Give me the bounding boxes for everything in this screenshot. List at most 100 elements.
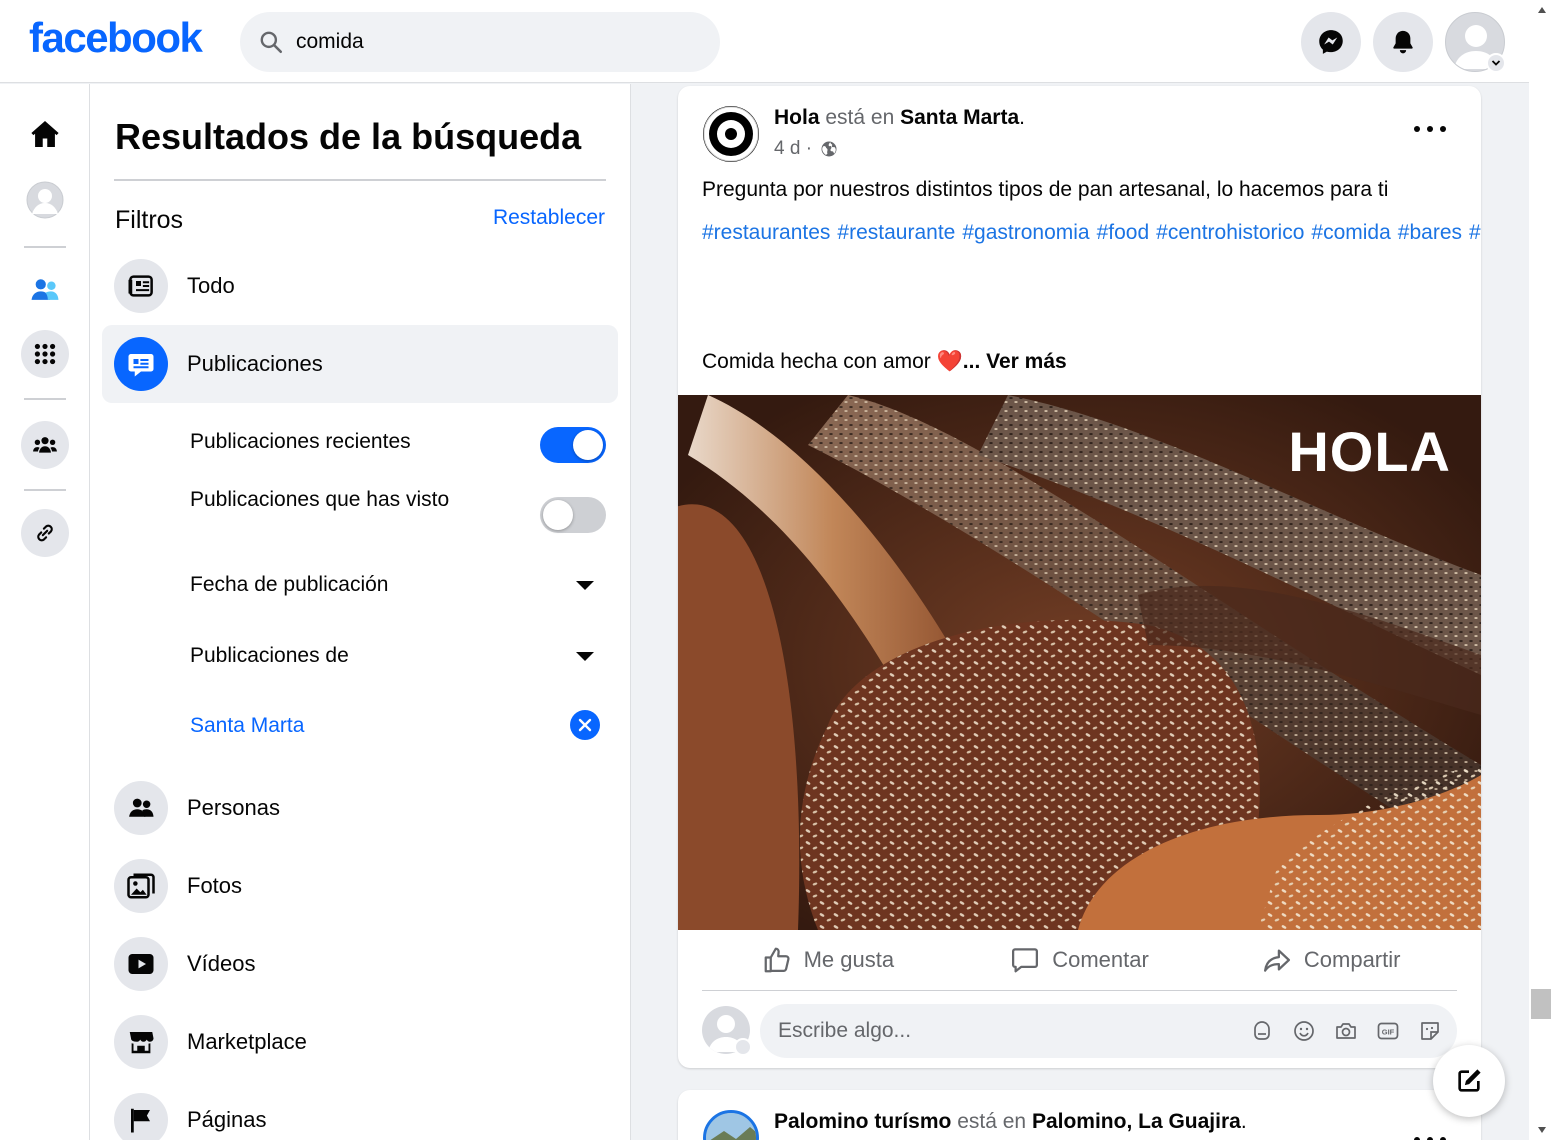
post-meta: 4 d · [774, 138, 838, 160]
hashtag-link[interactable]: #restaurantes [702, 221, 830, 244]
caret-down-icon[interactable] [576, 652, 594, 661]
filter-label: Vídeos [187, 951, 256, 976]
page-avatar[interactable] [703, 1110, 759, 1140]
comment-input[interactable]: Escribe algo... GIF [760, 1004, 1457, 1058]
groups-button[interactable] [21, 421, 69, 469]
flag-icon [114, 1093, 168, 1140]
post-options-button[interactable] [1414, 119, 1446, 139]
friends-icon [31, 279, 59, 300]
post-card: Palomino turísmo está en Palomino, La Gu… [678, 1090, 1481, 1140]
remove-location-button[interactable] [570, 710, 600, 740]
see-more-link[interactable]: ... Ver más [963, 350, 1067, 373]
chevron-down-icon[interactable] [734, 1038, 752, 1056]
recent-posts-toggle[interactable] [540, 427, 606, 463]
shop-icon [114, 1015, 168, 1069]
post-author[interactable]: Palomino turísmo [774, 1110, 951, 1133]
hashtag-link[interactable]: #restaurante [837, 221, 955, 244]
image-brand-logo: HOLA [1288, 420, 1451, 483]
compose-icon [1458, 1069, 1481, 1092]
filter-label: Todo [187, 273, 235, 298]
filter-photos[interactable]: Fotos [102, 847, 618, 925]
avatar-sticker-icon[interactable] [1249, 1018, 1275, 1044]
post-connector: está en [825, 106, 895, 129]
video-icon [114, 937, 168, 991]
hashtag-link[interactable]: #food [1097, 221, 1150, 244]
filter-posts[interactable]: Publicaciones [102, 325, 618, 403]
filter-pages[interactable]: Páginas [102, 1081, 618, 1140]
comment-placeholder: Escribe algo... [778, 1019, 912, 1042]
posts-icon [114, 337, 168, 391]
filter-label: Personas [187, 795, 280, 820]
post-header: Hola está en Santa Marta. [774, 106, 1025, 129]
sticker-icon[interactable] [1417, 1018, 1443, 1044]
top-navigation-bar: facebook [0, 0, 1529, 83]
hashtag-link[interactable]: #gastronomia [962, 221, 1089, 244]
filter-videos[interactable]: Vídeos [102, 925, 618, 1003]
post-text-line: Comida hecha con amor [702, 350, 931, 373]
post-hashtags: #restaurantes #restaurante #gastronomia #fo… [702, 218, 1481, 248]
people-icon [114, 781, 168, 835]
menu-button[interactable] [21, 330, 69, 378]
new-message-button[interactable] [1433, 1045, 1505, 1117]
thumbs-up-icon [764, 947, 790, 973]
share-label: Compartir [1303, 947, 1401, 972]
friends-button[interactable] [21, 266, 69, 314]
comment-label: Comentar [1052, 947, 1149, 972]
bell-icon [1393, 30, 1413, 54]
profile-shortcut[interactable] [21, 176, 69, 224]
heart-emoji-icon: ❤️ [936, 350, 963, 373]
filters-heading: Filtros [115, 206, 184, 234]
messenger-button[interactable] [1301, 12, 1361, 72]
grid-menu-icon [34, 343, 56, 365]
link-button[interactable] [21, 509, 69, 557]
hashtag-link[interactable]: #comida [1311, 221, 1390, 244]
filter-label: Marketplace [187, 1029, 307, 1054]
post-author[interactable]: Hola [774, 106, 820, 129]
posts-from-dropdown[interactable]: Publicaciones de [190, 644, 606, 668]
filter-marketplace[interactable]: Marketplace [102, 1003, 618, 1081]
caret-down-icon[interactable] [576, 581, 594, 590]
filter-label: Publicaciones [187, 351, 323, 376]
reset-filters-link[interactable]: Restablecer [493, 206, 605, 230]
post-image[interactable]: HOLA [678, 395, 1481, 930]
hashtag-link[interactable]: #restaurant [1469, 221, 1481, 244]
emoji-icon[interactable] [1291, 1018, 1317, 1044]
hashtag-link[interactable]: #bares [1398, 221, 1462, 244]
avatar-icon [26, 181, 64, 219]
like-button[interactable]: Me gusta [702, 930, 954, 990]
location-filter-value[interactable]: Santa Marta [190, 714, 606, 738]
post-location[interactable]: Santa Marta [900, 106, 1019, 129]
svg-text:GIF: GIF [1382, 1028, 1395, 1037]
post-options-button[interactable] [1414, 1130, 1446, 1140]
post-connector: está en [957, 1110, 1027, 1133]
page-title: Resultados de la búsqueda [115, 116, 582, 157]
feed-icon [114, 259, 168, 313]
search-box[interactable] [240, 12, 720, 72]
account-menu-chevron-icon[interactable] [1486, 53, 1506, 73]
rail-divider [24, 246, 66, 248]
camera-icon[interactable] [1333, 1018, 1359, 1044]
share-button[interactable]: Compartir [1205, 930, 1457, 990]
search-input[interactable] [296, 30, 676, 54]
comment-icon [1012, 948, 1039, 973]
comment-button[interactable]: Comentar [954, 930, 1206, 990]
facebook-logo[interactable]: facebook [29, 14, 203, 62]
post-actions: Me gusta Comentar Compartir [702, 930, 1457, 991]
link-icon [37, 524, 53, 542]
rail-divider [24, 398, 66, 400]
gif-icon[interactable]: GIF [1375, 1018, 1401, 1044]
post-location[interactable]: Palomino, La Guajira [1032, 1110, 1241, 1133]
filter-people[interactable]: Personas [102, 769, 618, 847]
scrollbar[interactable] [1529, 0, 1554, 1140]
left-rail [0, 84, 90, 1140]
scrollbar-thumb[interactable] [1531, 989, 1551, 1019]
notifications-button[interactable] [1373, 12, 1433, 72]
seen-posts-toggle[interactable] [540, 497, 606, 533]
like-label: Me gusta [803, 947, 895, 972]
page-avatar[interactable] [703, 106, 759, 162]
post-time[interactable]: 4 d · [774, 138, 812, 160]
home-button[interactable] [21, 110, 69, 158]
filter-all[interactable]: Todo [102, 247, 618, 325]
hashtag-link[interactable]: #centrohistorico [1156, 221, 1304, 244]
date-filter-dropdown[interactable]: Fecha de publicación [190, 573, 606, 597]
